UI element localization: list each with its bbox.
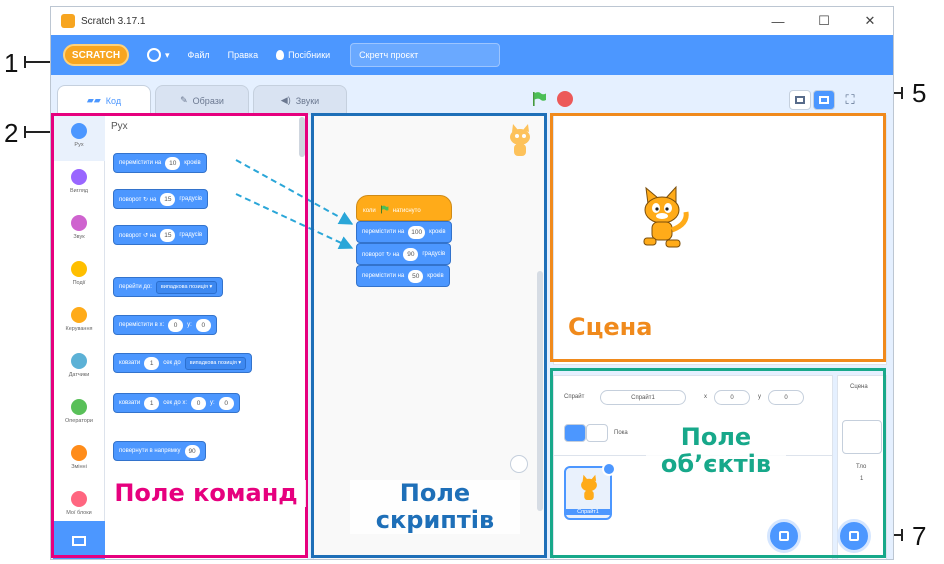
scripts-label: Поле скриптів [350, 480, 520, 534]
small-stage-icon [795, 96, 805, 104]
minimize-button[interactable]: — [755, 7, 801, 35]
tab-sounds-label: Звуки [295, 95, 320, 106]
commands-label-text: Поле команд [114, 479, 298, 507]
menu-file[interactable]: Файл [188, 50, 210, 60]
normal-stage-icon [819, 96, 829, 104]
callout-5-tick [901, 87, 903, 99]
tab-costumes[interactable]: ✎ Образи [155, 85, 249, 115]
language-menu[interactable]: ▾ [147, 48, 170, 62]
menu-tutorials[interactable]: Посібники [276, 50, 330, 60]
globe-icon [147, 48, 161, 62]
small-stage-button[interactable] [789, 90, 811, 110]
callout-1: 1 [4, 48, 19, 78]
callout-5: 5 [912, 78, 927, 108]
fullscreen-icon[interactable]: ⛶ [843, 93, 857, 107]
tab-code-label: Код [105, 95, 122, 106]
caret-down-icon: ▾ [165, 49, 170, 60]
stage-label: Сцена [568, 313, 653, 341]
callout-7: 7 [912, 521, 927, 551]
project-title-input[interactable]: Скретч проєкт [350, 43, 501, 67]
code-icon: ▰▰ [86, 95, 101, 105]
objects-label-text: Поле об’єктів [660, 423, 772, 478]
title-bar: Scratch 3.17.1 — ☐ ✕ [51, 7, 893, 35]
scratch-logo[interactable]: SCRATCH [63, 44, 129, 66]
tab-sounds[interactable]: ◀) Звуки [253, 85, 347, 115]
commands-label: Поле команд [106, 480, 306, 507]
tab-costumes-label: Образи [192, 95, 224, 106]
maximize-button[interactable]: ☐ [801, 7, 847, 35]
menu-tutorials-label: Посібники [288, 50, 331, 60]
brush-icon: ✎ [180, 95, 188, 105]
window-title: Scratch 3.17.1 [81, 15, 146, 27]
window-controls: — ☐ ✕ [755, 7, 893, 35]
normal-stage-button[interactable] [813, 90, 835, 110]
scratch-app-icon [61, 14, 75, 28]
stop-icon[interactable] [557, 91, 573, 107]
lightbulb-icon [276, 50, 285, 60]
tab-code[interactable]: ▰▰ Код [57, 85, 151, 115]
callout-7-tick [901, 529, 903, 541]
menu-bar: SCRATCH ▾ Файл Правка Посібники Скретч п… [51, 35, 893, 75]
menu-edit[interactable]: Правка [228, 50, 258, 60]
callout-2: 2 [4, 118, 19, 148]
objects-label: Поле об’єктів [646, 424, 786, 478]
speaker-icon: ◀) [280, 95, 291, 105]
editor-tabs: ▰▰ Код ✎ Образи ◀) Звуки [57, 85, 347, 115]
green-flag-icon[interactable] [531, 91, 547, 107]
scripts-label-text: Поле скриптів [375, 479, 495, 534]
close-button[interactable]: ✕ [847, 7, 893, 35]
